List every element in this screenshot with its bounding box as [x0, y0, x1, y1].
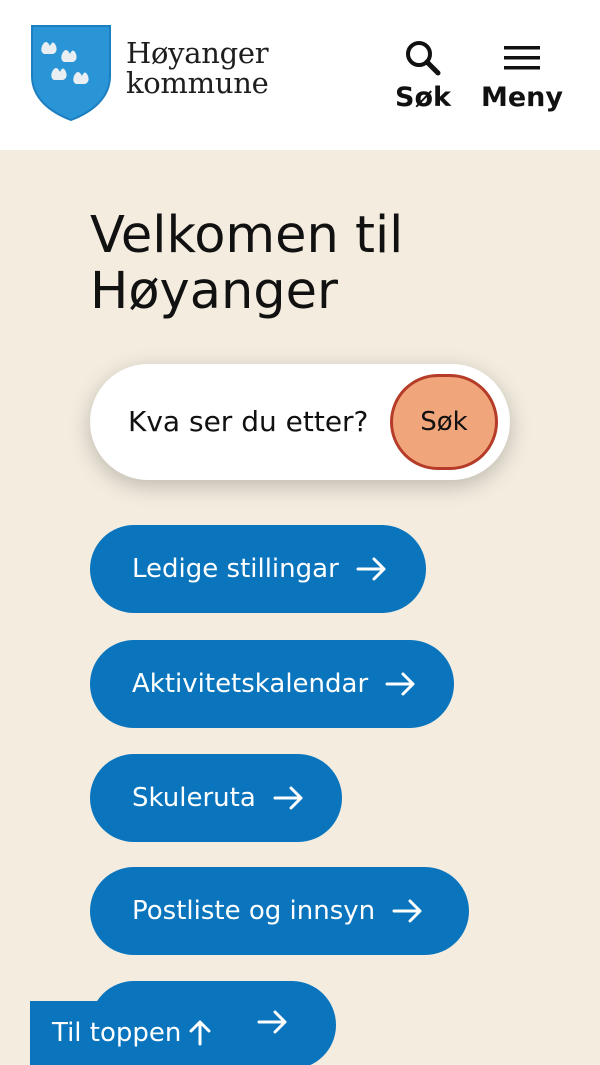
arrow-right-icon [257, 1010, 287, 1034]
link-postliste-og-innsyn[interactable]: Postliste og innsyn [90, 867, 469, 955]
search-form: Kva ser du etter? Søk [90, 364, 510, 480]
logo-text: Høyanger kommune [126, 36, 269, 100]
arrow-right-icon [392, 899, 422, 923]
search-submit-button[interactable]: Søk [390, 374, 498, 470]
search-input[interactable]: Kva ser du etter? [128, 364, 368, 480]
header-menu-button[interactable]: Meny [480, 38, 564, 118]
back-to-top-label: Til toppen [52, 1018, 182, 1048]
page-title: Velkomen til Høyanger [90, 206, 404, 321]
link-label: Aktivitetskalendar [132, 669, 369, 699]
search-icon [406, 41, 441, 76]
hamburger-menu-icon [504, 46, 540, 70]
arrow-right-icon [356, 557, 386, 581]
link-ledige-stillingar[interactable]: Ledige stillingar [90, 525, 426, 613]
site-logo[interactable]: Høyanger kommune [30, 24, 269, 122]
coat-of-arms-icon [31, 25, 111, 122]
link-label: Ledige stillingar [132, 554, 339, 584]
arrow-right-icon [385, 672, 415, 696]
header-menu-label: Meny [480, 82, 563, 113]
back-to-top-button[interactable]: Til toppen [30, 1001, 230, 1065]
link-label: Postliste og innsyn [132, 896, 376, 926]
logo-subtitle: kommune [126, 66, 269, 100]
arrow-up-icon [189, 1020, 211, 1046]
link-label: Skuleruta [132, 783, 256, 813]
arrow-right-icon [273, 786, 303, 810]
link-aktivitetskalendar[interactable]: Aktivitetskalendar [90, 640, 454, 728]
header-search-button[interactable]: Søk [394, 38, 452, 118]
link-skuleruta[interactable]: Skuleruta [90, 754, 342, 842]
logo-name: Høyanger [126, 36, 269, 70]
header-search-label: Søk [395, 82, 451, 113]
site-header: Høyanger kommune Søk Meny [0, 0, 600, 150]
